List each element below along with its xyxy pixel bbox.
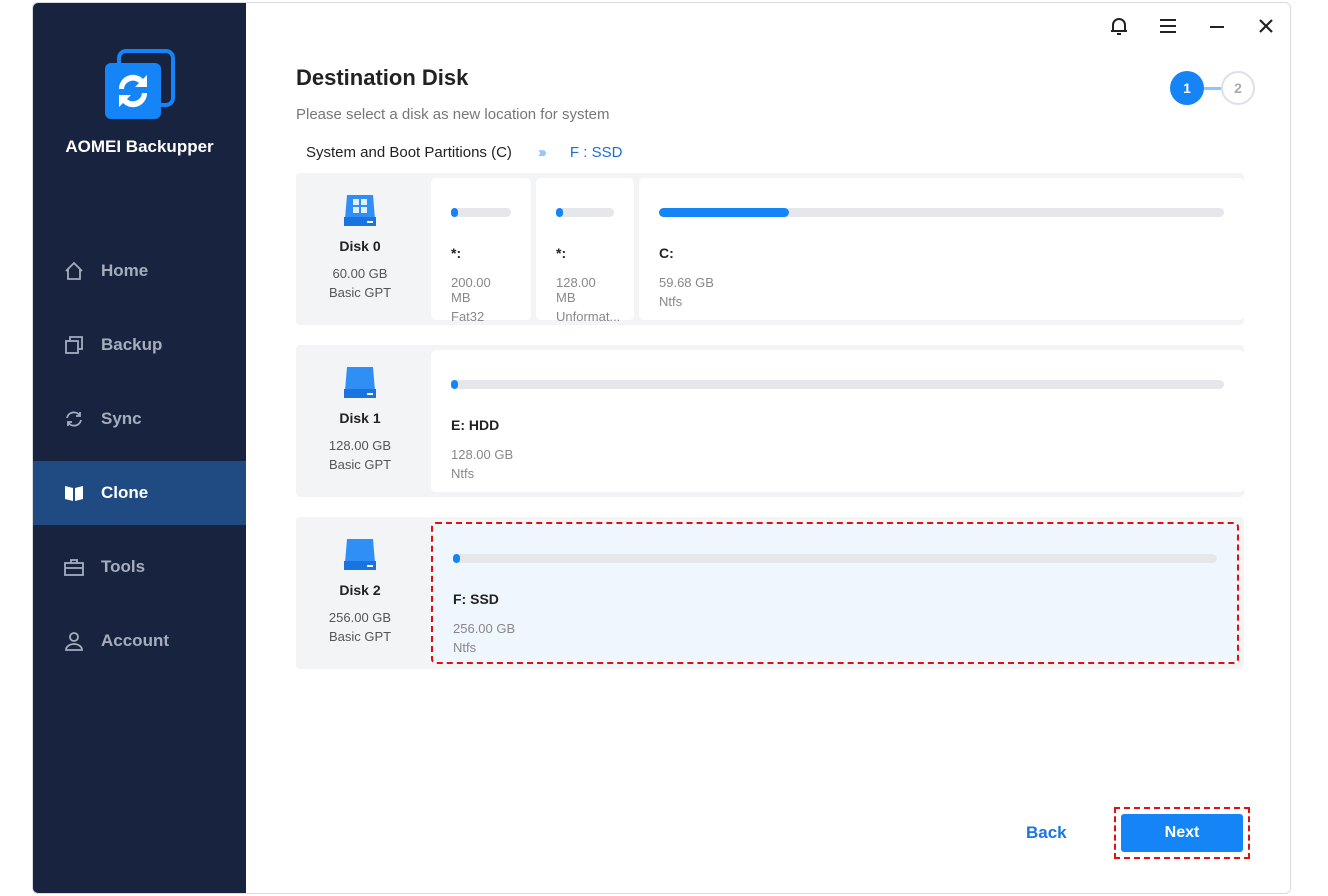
close-icon[interactable] <box>1255 15 1277 37</box>
partition-fs: Unformat... <box>556 309 621 324</box>
disk-icon <box>344 539 376 570</box>
disk-name: Disk 2 <box>339 582 381 598</box>
partition-size: 200.00 MB <box>451 275 491 305</box>
source-label: System and Boot Partitions (C) <box>306 144 512 161</box>
sync-icon <box>66 411 82 427</box>
partition-fs: Ntfs <box>659 294 683 309</box>
account-icon <box>65 632 83 651</box>
menu-icon[interactable] <box>1157 15 1179 37</box>
step-1: 1 <box>1170 71 1204 105</box>
next-button-highlight: Next <box>1114 807 1250 859</box>
disk-info: Disk 0 60.00 GB Basic GPT <box>296 173 424 325</box>
disk-size: 60.00 GB <box>332 266 388 281</box>
sidebar-item-label: Tools <box>101 557 146 576</box>
sidebar-item-label: Account <box>101 631 169 650</box>
partition-label: E: HDD <box>451 417 500 433</box>
sidebar-item-label: Backup <box>101 335 163 354</box>
partition-label: C: <box>659 245 674 261</box>
sidebar-item-tools[interactable]: Tools <box>33 535 246 599</box>
app-name: AOMEI Backupper <box>65 137 214 156</box>
disk-info: Disk 1 128.00 GB Basic GPT <box>296 345 424 497</box>
disk-icon <box>344 367 376 398</box>
usage-bar <box>659 208 1224 217</box>
disk-icon <box>344 195 376 226</box>
next-button[interactable]: Next <box>1121 814 1243 852</box>
sidebar-item-backup[interactable]: Backup <box>33 313 246 377</box>
sidebar: AOMEI Backupper Home Backup Sync Clone Tools… <box>33 3 246 893</box>
disk-size: 256.00 GB <box>328 610 392 625</box>
backup-icon <box>65 336 83 354</box>
partition-card[interactable]: *: 200.00 MB Fat32 <box>431 178 531 324</box>
clone-icon <box>65 486 83 501</box>
sidebar-item-clone[interactable]: Clone <box>33 461 246 525</box>
partition-label: *: <box>451 245 462 261</box>
partition-size: 256.00 GB <box>453 621 516 636</box>
partition-fs: Ntfs <box>453 640 477 655</box>
page-title: Destination Disk <box>296 65 469 90</box>
home-icon <box>65 261 83 280</box>
sidebar-item-label: Home <box>101 261 149 280</box>
partition-label: F: SSD <box>453 591 499 607</box>
sidebar-item-home[interactable]: Home <box>33 239 246 303</box>
minimize-icon[interactable] <box>1206 15 1228 37</box>
usage-bar <box>451 208 511 217</box>
arrow-icon: ››› <box>537 144 547 161</box>
sidebar-item-sync[interactable]: Sync <box>33 387 246 451</box>
tools-icon <box>64 559 84 576</box>
partition-label: *: <box>556 245 567 261</box>
partition-fs: Ntfs <box>451 466 475 481</box>
partition-card[interactable]: E: HDD 128.00 GB Ntfs <box>431 350 1244 492</box>
back-button[interactable]: Back <box>1026 823 1067 843</box>
page-subtitle: Please select a disk as new location for… <box>296 106 610 123</box>
disk-row[interactable]: Disk 1 128.00 GB Basic GPT E: HDD 128.00 GB N… <box>296 345 1244 497</box>
disk-type: Basic GPT <box>328 629 392 644</box>
disk-info: Disk 2 256.00 GB Basic GPT <box>296 517 424 669</box>
partition-size: 59.68 GB <box>659 275 714 290</box>
disk-size: 128.00 GB <box>328 438 392 453</box>
sidebar-item-account[interactable]: Account <box>33 609 246 673</box>
partition-size: 128.00 GB <box>451 447 514 462</box>
destination-label: F : SSD <box>569 144 623 161</box>
breadcrumb: System and Boot Partitions (C) ››› F : S… <box>306 144 622 161</box>
disk-name: Disk 1 <box>339 410 381 426</box>
disk-row[interactable]: Disk 2 256.00 GB Basic GPT F: SSD 256.00 GB N… <box>296 517 1244 669</box>
disk-type: Basic GPT <box>328 285 392 300</box>
app-window: AOMEI Backupper Home Backup Sync Clone Tools… <box>32 2 1291 894</box>
disk-type: Basic GPT <box>328 457 392 472</box>
usage-bar <box>451 380 1224 389</box>
step-2: 2 <box>1221 71 1255 105</box>
partition-fs: Fat32 <box>451 309 485 324</box>
partition-card[interactable]: *: 128.00 MB Unformat... <box>536 178 634 324</box>
partition-size: 128.00 MB <box>556 275 596 305</box>
sidebar-item-label: Sync <box>101 409 142 428</box>
main-panel: Destination Disk Please select a disk as… <box>246 3 1290 893</box>
disk-name: Disk 0 <box>339 238 381 254</box>
partition-card[interactable]: C: 59.68 GB Ntfs <box>639 178 1244 320</box>
step-connector <box>1204 87 1222 90</box>
bell-icon[interactable] <box>1108 15 1130 37</box>
disk-row[interactable]: Disk 0 60.00 GB Basic GPT *: 200.00 MB Fat32 *… <box>296 173 1244 325</box>
sidebar-item-label: Clone <box>101 483 149 502</box>
aomei-logo-icon <box>105 49 175 119</box>
usage-bar <box>453 554 1217 563</box>
usage-bar <box>556 208 614 217</box>
partition-card[interactable]: F: SSD 256.00 GB Ntfs <box>431 522 1239 664</box>
